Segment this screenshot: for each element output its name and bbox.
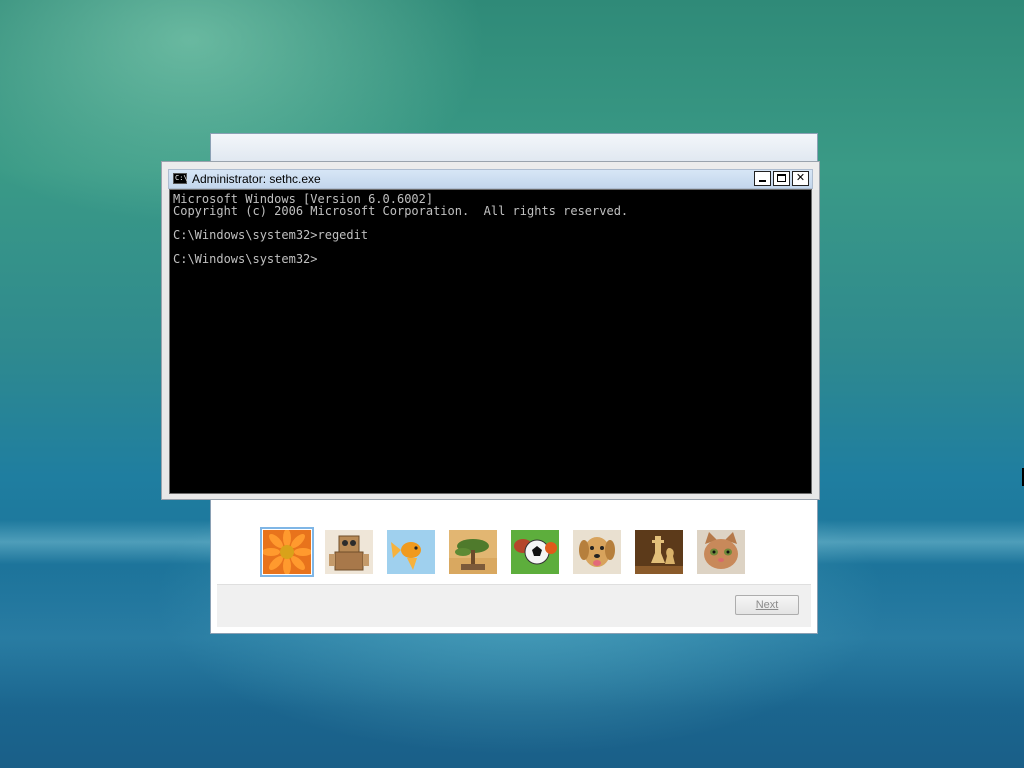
picture-robot[interactable] bbox=[325, 530, 373, 574]
next-button[interactable]: Next bbox=[735, 595, 799, 615]
window-title: Administrator: sethc.exe bbox=[192, 172, 321, 186]
chess-icon bbox=[635, 530, 683, 574]
robot-icon bbox=[325, 530, 373, 574]
soccer-ball-icon bbox=[511, 530, 559, 574]
picture-kitten[interactable] bbox=[697, 530, 745, 574]
maximize-icon bbox=[777, 174, 786, 182]
picture-goldfish[interactable] bbox=[387, 530, 435, 574]
dog-icon bbox=[573, 530, 621, 574]
close-button[interactable]: ✕ bbox=[792, 171, 809, 186]
flower-icon bbox=[263, 530, 311, 574]
maximize-button[interactable] bbox=[773, 171, 790, 186]
wizard-footer: Next bbox=[217, 584, 811, 627]
minimize-icon bbox=[759, 180, 766, 182]
minimize-button[interactable] bbox=[754, 171, 771, 186]
goldfish-icon bbox=[387, 530, 435, 574]
console-output[interactable]: Microsoft Windows [Version 6.0.6002] Cop… bbox=[169, 189, 812, 494]
console-title-strip[interactable]: C:\ Administrator: sethc.exe ✕ bbox=[168, 169, 813, 189]
bonsai-icon bbox=[449, 530, 497, 574]
close-icon: ✕ bbox=[795, 171, 806, 184]
picture-soccer-ball[interactable] bbox=[511, 530, 559, 574]
picture-flower[interactable] bbox=[260, 527, 314, 577]
picture-dog[interactable] bbox=[573, 530, 621, 574]
console-prompt-line[interactable]: C:\Windows\system32> bbox=[173, 253, 318, 265]
console-line: C:\Windows\system32>regedit bbox=[173, 228, 369, 242]
picture-bonsai[interactable] bbox=[449, 530, 497, 574]
console-title-bar[interactable]: C:\ Administrator: sethc.exe ✕ bbox=[162, 162, 819, 190]
picture-chess[interactable] bbox=[635, 530, 683, 574]
kitten-icon bbox=[697, 530, 745, 574]
console-line: Copyright (c) 2006 Microsoft Corporation… bbox=[173, 204, 629, 218]
command-prompt-icon[interactable]: C:\ bbox=[173, 173, 188, 184]
command-prompt-window[interactable]: C:\ Administrator: sethc.exe ✕ Microsoft… bbox=[161, 161, 820, 500]
